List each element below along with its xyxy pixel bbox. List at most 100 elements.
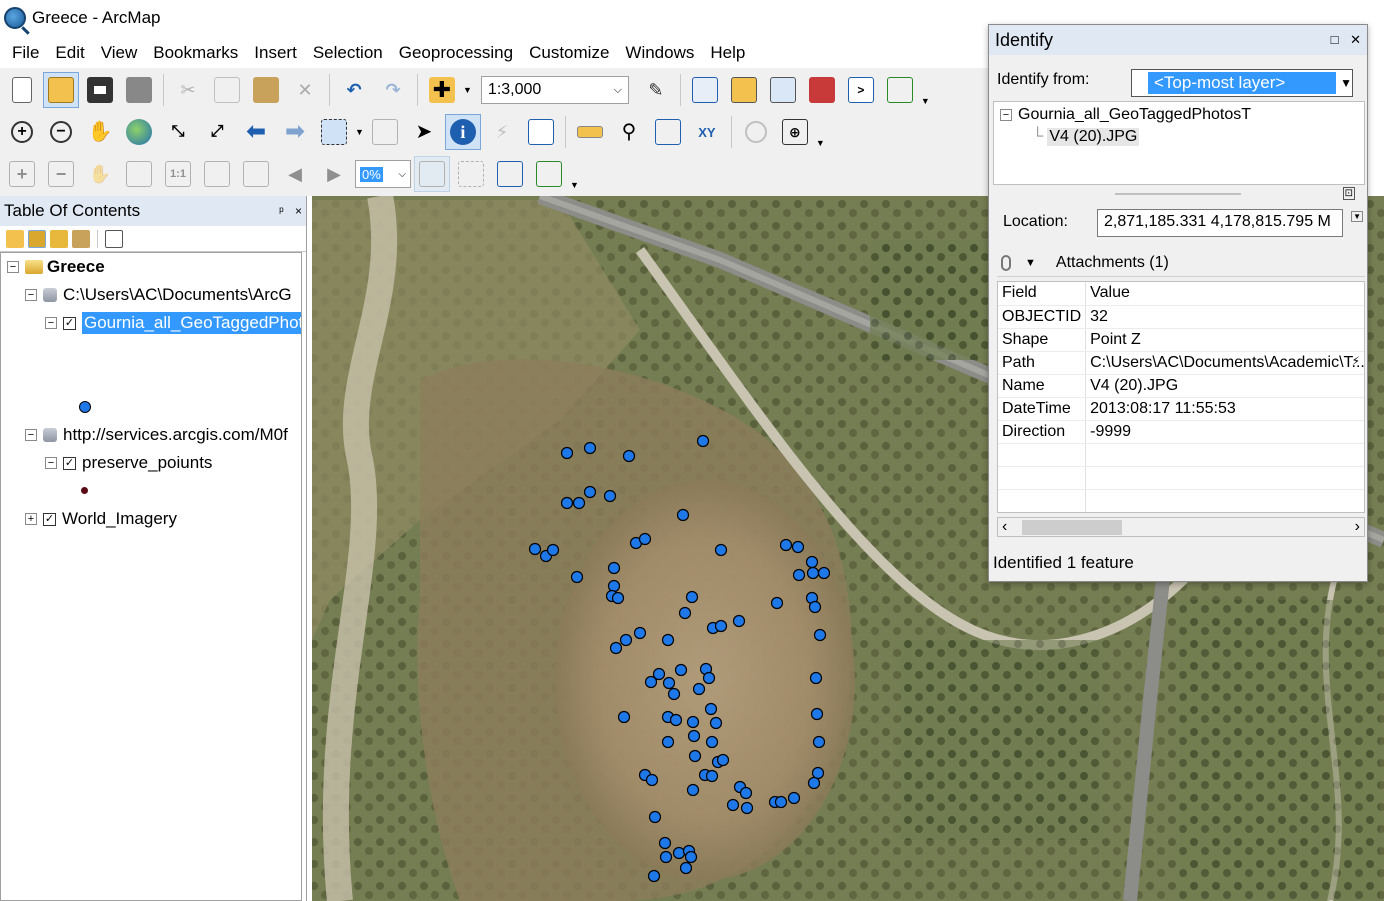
photo-point[interactable] <box>812 735 826 749</box>
photo-point[interactable] <box>661 735 675 749</box>
measure-button[interactable] <box>572 114 608 150</box>
photo-point[interactable] <box>686 715 700 729</box>
photo-point[interactable] <box>806 566 820 580</box>
table-row[interactable]: Path C:\Users\AC\Documents\Academic\T... <box>998 351 1364 375</box>
layer-visibility-checkbox[interactable]: ✓ <box>63 456 76 470</box>
photo-point[interactable] <box>739 786 753 800</box>
attachments-row[interactable]: ▼ Attachments (1) <box>997 249 1365 277</box>
photo-point[interactable] <box>607 561 621 575</box>
toc-layer-gournia[interactable]: − ✓ Gournia_all_GeoTaggedPhot <box>45 309 301 337</box>
menu-file[interactable]: File <box>0 38 47 68</box>
photo-point[interactable] <box>809 671 823 685</box>
layer-visibility-checkbox[interactable]: ✓ <box>43 512 56 526</box>
table-row[interactable]: OBJECTID 32 <box>998 305 1364 329</box>
collapse-icon[interactable]: − <box>25 429 37 441</box>
options-icon[interactable] <box>105 229 123 248</box>
photo-point[interactable] <box>619 633 633 647</box>
zoom-out-button[interactable]: − <box>43 114 79 150</box>
photo-point[interactable] <box>658 836 672 850</box>
toc-data-frame[interactable]: − Greece <box>7 253 105 281</box>
photo-point[interactable] <box>774 795 788 809</box>
photo-point[interactable] <box>692 682 706 696</box>
data-driven-pages-button[interactable] <box>531 156 567 192</box>
photo-point[interactable] <box>679 861 693 875</box>
location-units-dropdown-icon[interactable]: ▼ <box>1351 211 1363 222</box>
expand-icon[interactable]: + <box>25 513 37 525</box>
photo-point[interactable] <box>732 614 746 628</box>
photo-point[interactable] <box>560 446 574 460</box>
expand-panel-icon[interactable]: ⊡ <box>1342 187 1355 200</box>
photo-point[interactable] <box>805 555 819 569</box>
photo-point[interactable] <box>659 850 673 864</box>
photo-point[interactable] <box>647 869 661 883</box>
menu-edit[interactable]: Edit <box>47 38 92 68</box>
menu-windows[interactable]: Windows <box>617 38 702 68</box>
collapse-icon[interactable]: − <box>25 289 37 301</box>
previous-extent-button[interactable]: ⬅ <box>238 114 274 150</box>
menu-insert[interactable]: Insert <box>246 38 305 68</box>
catalog-button[interactable] <box>726 72 762 108</box>
photo-point[interactable] <box>560 496 574 510</box>
list-by-source-icon[interactable] <box>28 229 46 248</box>
time-slider-button[interactable] <box>738 114 774 150</box>
photo-point[interactable] <box>705 735 719 749</box>
add-data-dropdown-icon[interactable]: ▼ <box>463 85 472 95</box>
editor-toolbar-button[interactable]: ✎ <box>638 72 674 108</box>
photo-point[interactable] <box>583 441 597 455</box>
delete-button[interactable]: ✕ <box>287 72 323 108</box>
scrollbar-thumb[interactable] <box>1022 520 1122 535</box>
photo-point[interactable] <box>714 543 728 557</box>
photo-point[interactable] <box>603 489 617 503</box>
layer-visibility-checkbox[interactable]: ✓ <box>63 316 76 330</box>
layout-pan-button[interactable]: ✋ <box>82 156 118 192</box>
photo-point[interactable] <box>611 591 625 605</box>
collapse-icon[interactable]: − <box>7 261 19 273</box>
hyperlink-lightning-icon[interactable]: ⚡ <box>1352 354 1360 368</box>
photo-point[interactable] <box>817 566 831 580</box>
undo-button[interactable]: ↶ <box>336 72 372 108</box>
photo-point[interactable] <box>672 846 686 860</box>
maximize-icon[interactable]: □ <box>1331 32 1339 47</box>
menu-geoprocessing[interactable]: Geoprocessing <box>391 38 521 68</box>
identify-from-dropdown[interactable]: <Top-most layer> ▼ <box>1131 69 1353 97</box>
arctoolbox-button[interactable] <box>804 72 840 108</box>
paste-button[interactable] <box>248 72 284 108</box>
dropdown-arrow-icon[interactable]: ▼ <box>1340 76 1352 90</box>
python-window-button[interactable]: > <box>843 72 879 108</box>
list-by-drawing-order-icon[interactable] <box>6 229 24 248</box>
find-route-button[interactable] <box>650 114 686 150</box>
modelbuilder-button[interactable] <box>882 72 918 108</box>
identify-layer-node[interactable]: − Gournia_all_GeoTaggedPhotosT <box>1000 106 1251 124</box>
table-row[interactable]: Shape Point Z <box>998 328 1364 352</box>
toc-source-2[interactable]: − http://services.arcgis.com/M0f <box>25 421 288 449</box>
focus-data-frame-button[interactable] <box>453 156 489 192</box>
toggle-draft-button[interactable] <box>414 156 450 192</box>
photo-point[interactable] <box>667 687 681 701</box>
create-viewer-window-button[interactable]: ⊕ <box>777 114 813 150</box>
close-icon[interactable]: ✕ <box>1350 32 1361 47</box>
zoom-whole-page-button[interactable] <box>121 156 157 192</box>
select-elements-button[interactable]: ➤ <box>406 114 442 150</box>
photo-point[interactable] <box>644 675 658 689</box>
redo-button[interactable]: ↷ <box>375 72 411 108</box>
photo-point[interactable] <box>704 702 718 716</box>
go-to-xy-button[interactable]: XY <box>689 114 725 150</box>
layout-zoom-combo[interactable]: 0% ⌵ <box>355 160 411 188</box>
fixed-zoom-in-button[interactable]: ⤡ <box>160 114 196 150</box>
photo-point[interactable] <box>648 810 662 824</box>
list-by-visibility-icon[interactable] <box>50 229 68 248</box>
change-layout-button[interactable] <box>492 156 528 192</box>
photo-point[interactable] <box>572 496 586 510</box>
identify-feature-node[interactable]: └ V4 (20).JPG <box>1032 128 1140 146</box>
menu-selection[interactable]: Selection <box>305 38 391 68</box>
collapse-icon[interactable]: − <box>1000 109 1012 121</box>
scroll-left-icon[interactable]: ‹ <box>1002 518 1007 536</box>
save-button[interactable] <box>82 72 118 108</box>
photo-point[interactable] <box>684 850 698 864</box>
table-row[interactable]: DateTime 2013:08:17 11:55:53 <box>998 397 1364 421</box>
open-button[interactable] <box>43 72 79 108</box>
table-row[interactable]: Name V4 (20).JPG <box>998 374 1364 398</box>
photo-point[interactable] <box>633 626 647 640</box>
layout-zoom-in-button[interactable]: + <box>4 156 40 192</box>
search-window-button[interactable] <box>765 72 801 108</box>
